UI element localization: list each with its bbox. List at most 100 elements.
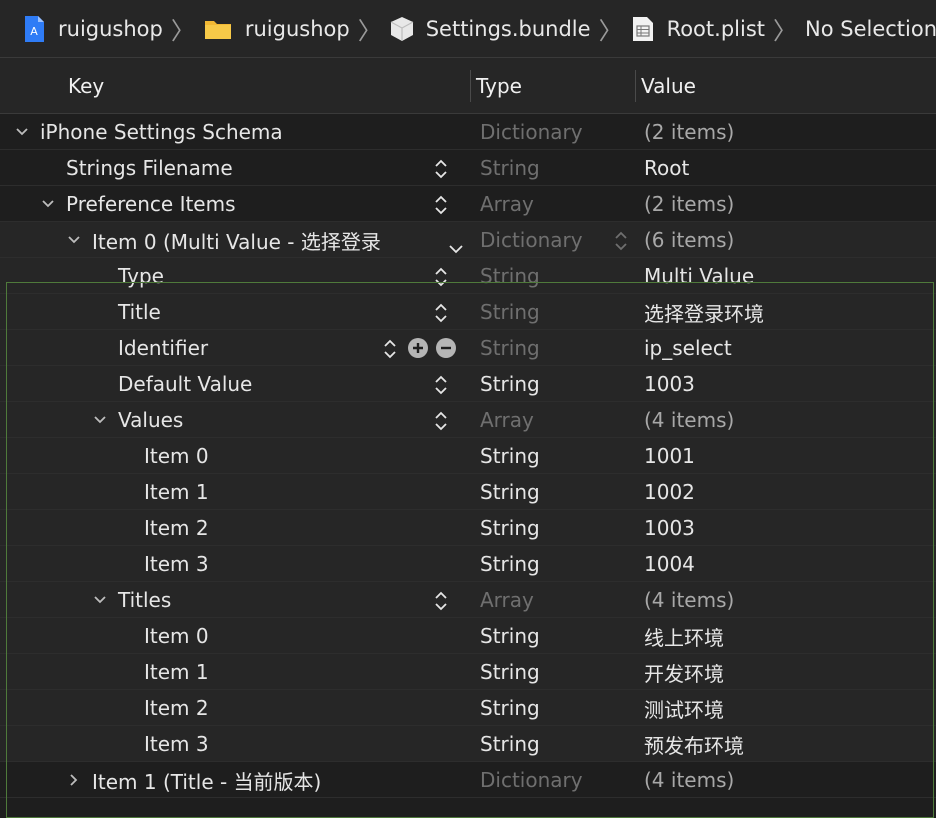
- table-row[interactable]: Item 2 String 1003: [0, 510, 936, 546]
- row-key: Default Value: [118, 372, 253, 396]
- column-header: Key Type Value: [0, 58, 936, 114]
- row-value: (4 items): [644, 768, 735, 792]
- row-value[interactable]: 1003: [644, 510, 695, 546]
- table-row[interactable]: Default Value String 1003: [0, 366, 936, 402]
- column-header-value[interactable]: Value: [641, 58, 696, 114]
- row-value[interactable]: 1002: [644, 474, 695, 510]
- row-value[interactable]: 1004: [644, 546, 695, 582]
- row-value: (6 items): [644, 228, 735, 252]
- chevron-right-icon[interactable]: [66, 772, 82, 788]
- row-value[interactable]: 线上环境: [644, 618, 724, 654]
- table-row[interactable]: Type String Multi Value: [0, 258, 936, 294]
- row-type[interactable]: Array: [480, 402, 534, 438]
- chevron-down-icon[interactable]: [40, 196, 56, 212]
- row-key: Item 1 (Title - 当前版本): [92, 769, 322, 794]
- row-key: Item 1: [144, 660, 209, 684]
- breadcrumb-item-bundle[interactable]: Settings.bundle: [390, 15, 591, 43]
- row-key: Strings Filename: [66, 156, 233, 180]
- updown-stepper-icon[interactable]: [434, 302, 448, 324]
- table-row[interactable]: Strings Filename String Root: [0, 150, 936, 186]
- row-type[interactable]: Dictionary: [480, 222, 583, 258]
- row-key: Type: [118, 264, 164, 288]
- column-divider[interactable]: [635, 70, 636, 102]
- breadcrumb: A ruigushop 〉 ruigushop 〉 Settings.bundl…: [0, 0, 936, 58]
- column-header-type[interactable]: Type: [476, 58, 522, 114]
- updown-stepper-icon[interactable]: [383, 338, 397, 360]
- row-type[interactable]: String: [480, 546, 540, 582]
- row-value[interactable]: ip_select: [644, 330, 732, 366]
- row-type[interactable]: String: [480, 438, 540, 474]
- row-type[interactable]: String: [480, 150, 540, 186]
- breadcrumb-item-folder[interactable]: ruigushop: [203, 15, 350, 43]
- row-key: Item 3: [144, 732, 209, 756]
- row-key: iPhone Settings Schema: [40, 120, 283, 144]
- breadcrumb-item-plist[interactable]: Root.plist: [631, 15, 765, 43]
- row-value[interactable]: 选择登录环境: [644, 294, 764, 330]
- table-row[interactable]: Item 3 String 预发布环境: [0, 726, 936, 762]
- row-value[interactable]: 1003: [644, 366, 695, 402]
- column-divider[interactable]: [470, 70, 471, 102]
- row-type[interactable]: String: [480, 690, 540, 726]
- remove-item-icon[interactable]: [436, 338, 456, 358]
- updown-stepper-icon[interactable]: [434, 374, 448, 396]
- row-type[interactable]: String: [480, 330, 540, 366]
- add-item-icon[interactable]: [408, 338, 428, 358]
- row-type[interactable]: String: [480, 258, 540, 294]
- svg-text:A: A: [30, 25, 38, 38]
- table-row[interactable]: iPhone Settings Schema Dictionary (2 ite…: [0, 114, 936, 150]
- chevron-right-icon: 〉: [357, 17, 382, 45]
- row-key: Item 1: [144, 480, 209, 504]
- row-type[interactable]: String: [480, 726, 540, 762]
- table-row[interactable]: Title String 选择登录环境: [0, 294, 936, 330]
- row-value[interactable]: Multi Value: [644, 258, 754, 294]
- table-row[interactable]: Item 3 String 1004: [0, 546, 936, 582]
- row-value[interactable]: 测试环境: [644, 690, 724, 726]
- row-value[interactable]: 预发布环境: [644, 726, 744, 762]
- table-row[interactable]: Item 1 (Title - 当前版本) Dictionary (4 item…: [0, 762, 936, 798]
- chevron-down-icon[interactable]: [14, 124, 30, 140]
- row-type[interactable]: Array: [480, 582, 534, 618]
- row-type[interactable]: String: [480, 654, 540, 690]
- table-row[interactable]: Identifier String ip_select: [0, 330, 936, 366]
- table-row[interactable]: Item 2 String 测试环境: [0, 690, 936, 726]
- chevron-down-icon[interactable]: [66, 232, 82, 248]
- row-value[interactable]: 开发环境: [644, 654, 724, 690]
- breadcrumb-item-selection[interactable]: No Selection: [805, 17, 936, 41]
- table-row[interactable]: Item 0 String 线上环境: [0, 618, 936, 654]
- row-value: (4 items): [644, 408, 735, 432]
- updown-stepper-icon[interactable]: [434, 410, 448, 432]
- table-row[interactable]: Item 1 String 1002: [0, 474, 936, 510]
- updown-stepper-icon[interactable]: [434, 266, 448, 288]
- chevron-down-icon[interactable]: [92, 412, 108, 428]
- row-type: Dictionary: [480, 120, 583, 144]
- row-type[interactable]: String: [480, 294, 540, 330]
- row-type[interactable]: Array: [480, 186, 534, 222]
- updown-stepper-icon[interactable]: [434, 158, 448, 180]
- table-row[interactable]: Item 1 String 开发环境: [0, 654, 936, 690]
- updown-stepper-icon[interactable]: [434, 194, 448, 216]
- row-type[interactable]: String: [480, 366, 540, 402]
- row-type[interactable]: String: [480, 510, 540, 546]
- updown-stepper-icon[interactable]: [434, 590, 448, 612]
- row-key: Titles: [118, 588, 172, 612]
- table-row[interactable]: Item 0 (Multi Value - 选择登录 Dictionary (6…: [0, 222, 936, 258]
- row-value[interactable]: Root: [644, 150, 689, 186]
- plist-file-icon: [631, 15, 655, 43]
- chevron-down-icon[interactable]: [448, 235, 464, 259]
- table-row[interactable]: Titles Array (4 items): [0, 582, 936, 618]
- row-key[interactable]: Item 0 (Multi Value - 选择登录: [92, 226, 381, 255]
- row-key: Item 2: [144, 696, 209, 720]
- column-header-key[interactable]: Key: [68, 58, 104, 114]
- chevron-right-icon: 〉: [773, 17, 797, 45]
- row-type: Dictionary: [480, 768, 583, 792]
- row-value[interactable]: 1001: [644, 438, 695, 474]
- chevron-down-icon[interactable]: [92, 592, 108, 608]
- updown-stepper-icon[interactable]: [614, 230, 628, 252]
- breadcrumb-item-project[interactable]: A ruigushop: [22, 15, 163, 43]
- table-row[interactable]: Values Array (4 items): [0, 402, 936, 438]
- table-row[interactable]: Item 0 String 1001: [0, 438, 936, 474]
- row-type[interactable]: String: [480, 474, 540, 510]
- table-row[interactable]: Preference Items Array (2 items): [0, 186, 936, 222]
- folder-icon: [203, 15, 233, 43]
- row-type[interactable]: String: [480, 618, 540, 654]
